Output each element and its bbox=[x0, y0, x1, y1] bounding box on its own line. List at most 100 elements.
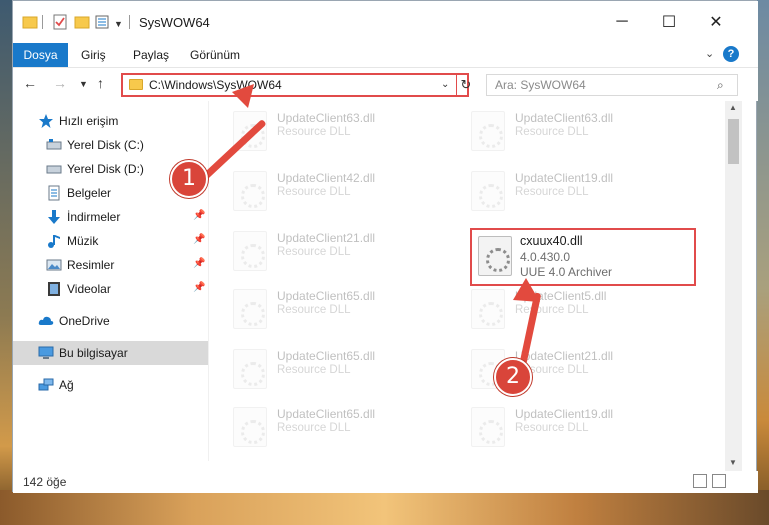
file-item[interactable]: UpdateClient63.dll Resource DLL bbox=[457, 103, 687, 159]
scroll-down-icon[interactable]: ▼ bbox=[729, 458, 737, 467]
step-1-badge: 1 bbox=[170, 160, 208, 198]
sidebar-item-downloads[interactable]: İndirmeler 📌 bbox=[13, 205, 208, 229]
tab-view[interactable]: Görünüm bbox=[190, 43, 240, 67]
search-input[interactable]: Ara: SysWOW64 ⌕ bbox=[486, 74, 738, 96]
file-explorer-window: ▼ SysWOW64 ─ ☐ ✕ Dosya Giriş Paylaş Görü… bbox=[12, 0, 758, 493]
close-button[interactable]: ✕ bbox=[693, 1, 739, 43]
file-description: Resource DLL bbox=[277, 246, 351, 258]
large-icons-view-icon[interactable] bbox=[712, 474, 726, 488]
sidebar-item-pictures[interactable]: Resimler 📌 bbox=[13, 253, 208, 277]
step-2-badge: 2 bbox=[494, 358, 532, 396]
file-item[interactable]: UpdateClient21.dll Resource DLL bbox=[219, 223, 449, 279]
folder-icon[interactable] bbox=[22, 14, 38, 30]
dll-file-icon bbox=[478, 236, 512, 276]
up-arrow-icon[interactable]: ↑ bbox=[97, 75, 104, 91]
refresh-icon[interactable]: ↻ bbox=[456, 75, 475, 95]
address-bar[interactable]: C:\Windows\SysWOW64 ⌄ ↻ bbox=[121, 73, 471, 97]
sidebar-item-this-pc[interactable]: Bu bilgisayar bbox=[13, 341, 208, 365]
sidebar-item-quick-access[interactable]: Hızlı erişim bbox=[13, 109, 208, 133]
dll-file-icon bbox=[471, 407, 505, 447]
sidebar-item-local-disk-c[interactable]: Yerel Disk (C:) bbox=[13, 133, 208, 157]
forward-arrow-icon[interactable]: → bbox=[53, 75, 67, 91]
title-bar: ▼ SysWOW64 ─ ☐ ✕ bbox=[13, 1, 758, 43]
recent-locations-icon[interactable]: ▼ bbox=[79, 79, 88, 89]
sidebar-item-onedrive[interactable]: OneDrive bbox=[13, 309, 208, 333]
sidebar-item-network[interactable]: Ağ bbox=[13, 373, 208, 397]
tab-home[interactable]: Giriş bbox=[81, 43, 106, 67]
minimize-button[interactable]: ─ bbox=[599, 1, 645, 43]
sidebar-item-label: Hızlı erişim bbox=[59, 114, 119, 128]
pictures-icon bbox=[46, 259, 62, 271]
file-name: UpdateClient19.dll bbox=[515, 171, 614, 185]
file-item[interactable]: UpdateClient42.dll Resource DLL bbox=[219, 163, 449, 219]
file-description: Resource DLL bbox=[277, 126, 351, 138]
file-description: Resource DLL bbox=[277, 304, 351, 316]
new-folder-icon[interactable] bbox=[74, 14, 90, 30]
sidebar-item-label: Ağ bbox=[59, 378, 74, 392]
file-item[interactable]: UpdateClient19.dll Resource DLL bbox=[457, 399, 687, 455]
desktop-background-left bbox=[0, 0, 12, 525]
separator bbox=[42, 15, 43, 29]
sidebar-item-label: Resimler bbox=[67, 258, 115, 272]
details-view-icon[interactable] bbox=[693, 474, 707, 488]
sidebar-item-label: Müzik bbox=[67, 234, 99, 248]
dll-file-icon bbox=[233, 349, 267, 389]
view-options-icon[interactable] bbox=[95, 14, 111, 30]
sidebar-item-label: Videolar bbox=[67, 282, 111, 296]
file-description: Resource DLL bbox=[277, 422, 351, 434]
navigation-bar: ← → ▼ ↑ C:\Windows\SysWOW64 ⌄ ↻ Ara: Sys… bbox=[13, 67, 758, 101]
status-bar: 142 öğe bbox=[13, 471, 758, 493]
folder-icon bbox=[129, 79, 143, 90]
file-name: UpdateClient65.dll bbox=[277, 289, 376, 303]
file-name: UpdateClient21.dll bbox=[277, 231, 376, 245]
sidebar-item-music[interactable]: Müzik 📌 bbox=[13, 229, 208, 253]
file-item[interactable]: UpdateClient19.dll Resource DLL bbox=[457, 163, 687, 219]
search-icon[interactable]: ⌕ bbox=[717, 78, 724, 93]
quick-access-dropdown-icon[interactable]: ▼ bbox=[114, 19, 123, 29]
pin-icon[interactable]: 📌 bbox=[193, 258, 205, 269]
file-description: Resource DLL bbox=[277, 186, 351, 198]
network-icon bbox=[38, 378, 54, 391]
dll-file-icon bbox=[471, 111, 505, 151]
properties-check-icon[interactable] bbox=[52, 14, 68, 30]
dll-file-icon bbox=[233, 289, 267, 329]
dll-file-icon bbox=[471, 171, 505, 211]
sidebar-item-label: Bu bilgisayar bbox=[59, 346, 128, 360]
file-item[interactable]: UpdateClient65.dll Resource DLL bbox=[219, 281, 449, 337]
search-placeholder: Ara: SysWOW64 bbox=[495, 78, 586, 92]
star-icon bbox=[39, 114, 53, 128]
back-arrow-icon[interactable]: ← bbox=[23, 75, 37, 91]
separator bbox=[129, 15, 130, 29]
sidebar-item-label: Yerel Disk (C:) bbox=[67, 138, 144, 152]
address-dropdown-icon[interactable]: ⌄ bbox=[441, 79, 449, 90]
scroll-up-icon[interactable]: ▲ bbox=[729, 103, 737, 112]
expand-ribbon-icon[interactable]: ⌄ bbox=[705, 47, 714, 60]
arrowhead-2-icon bbox=[513, 278, 540, 302]
file-description: UUE 4.0 Archiver bbox=[520, 265, 613, 279]
help-icon[interactable]: ? bbox=[723, 46, 739, 62]
file-name: UpdateClient42.dll bbox=[277, 171, 376, 185]
file-item[interactable]: UpdateClient21.dll Resource DLL bbox=[457, 341, 687, 397]
maximize-button[interactable]: ☐ bbox=[646, 1, 692, 43]
file-item[interactable]: UpdateClient65.dll Resource DLL bbox=[219, 399, 449, 455]
pin-icon[interactable]: 📌 bbox=[193, 282, 205, 293]
tab-file[interactable]: Dosya bbox=[13, 43, 68, 67]
file-description: Resource DLL bbox=[277, 364, 351, 376]
highlighted-file-item[interactable]: cxuux40.dll 4.0.430.0 UUE 4.0 Archiver bbox=[470, 228, 696, 286]
sidebar-item-label: OneDrive bbox=[59, 314, 110, 328]
file-name: UpdateClient63.dll bbox=[515, 111, 614, 125]
tab-share[interactable]: Paylaş bbox=[133, 43, 169, 67]
file-item[interactable]: UpdateClient65.dll Resource DLL bbox=[219, 341, 449, 397]
window-title: SysWOW64 bbox=[139, 15, 210, 30]
file-name: UpdateClient63.dll bbox=[277, 111, 376, 125]
pin-icon[interactable]: 📌 bbox=[193, 210, 205, 221]
scroll-thumb[interactable] bbox=[728, 119, 739, 164]
drive-icon bbox=[46, 165, 62, 174]
vertical-scrollbar[interactable]: ▲ ▼ bbox=[725, 101, 742, 471]
pin-icon[interactable]: 📌 bbox=[193, 234, 205, 245]
item-count: 142 öğe bbox=[23, 475, 67, 489]
music-icon bbox=[48, 235, 60, 248]
drive-icon bbox=[46, 139, 62, 150]
file-item[interactable]: UpdateClient5.dll Resource DLL bbox=[457, 281, 687, 337]
sidebar-item-videos[interactable]: Videolar 📌 bbox=[13, 277, 208, 301]
